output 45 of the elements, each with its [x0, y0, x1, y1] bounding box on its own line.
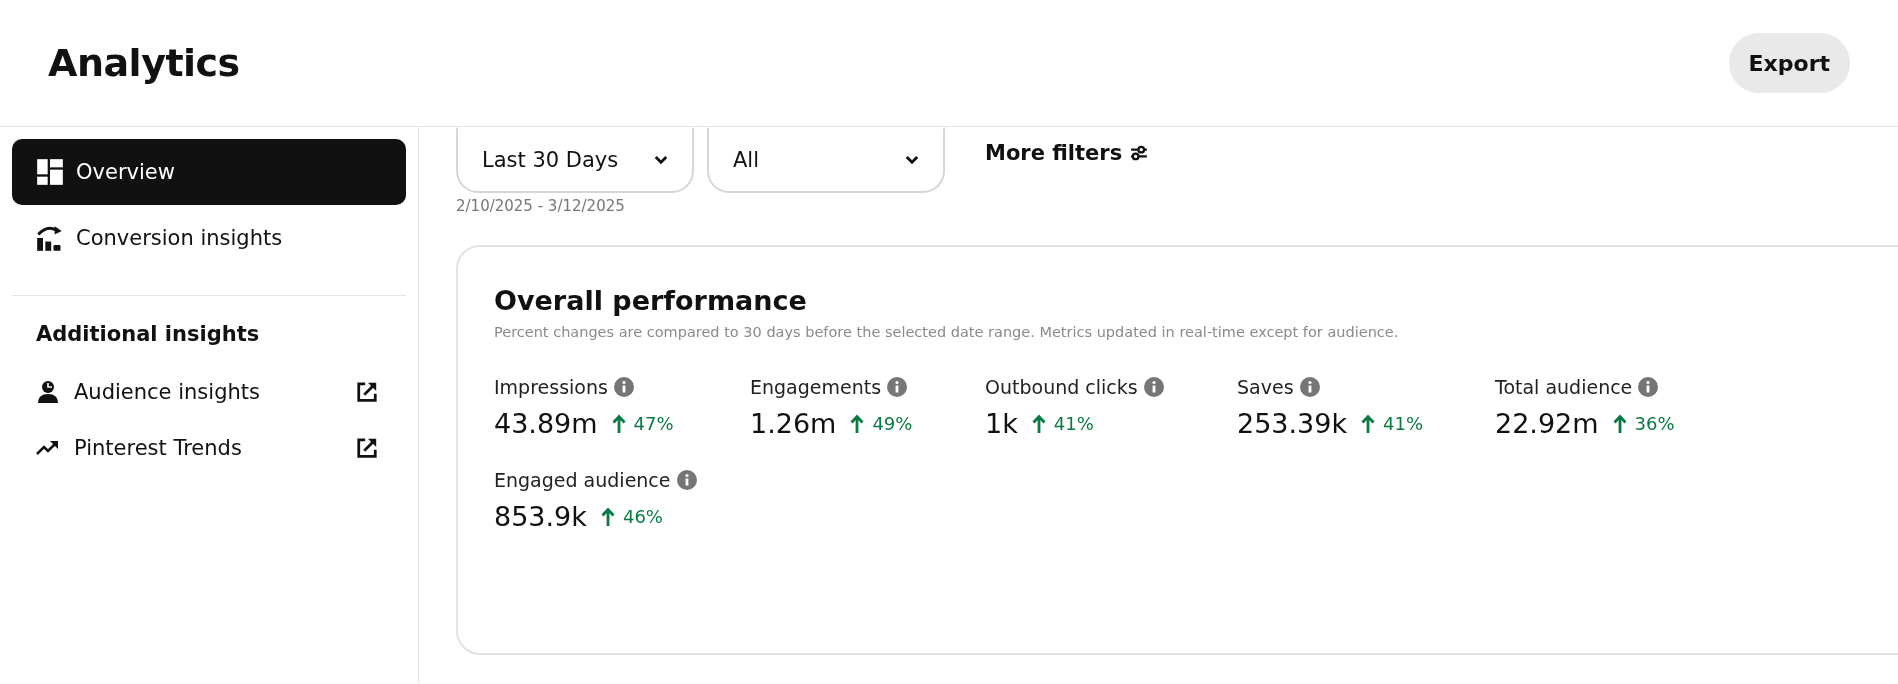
info-icon[interactable]	[613, 377, 634, 397]
sidebar-item[interactable]: Overview	[12, 139, 406, 205]
info-icon[interactable]	[1299, 377, 1320, 397]
card-subtitle: Percent changes are compared to 30 days before the selected date range. Metrics updated in real-time except for audience.	[494, 324, 1400, 340]
chevron-down-icon	[905, 155, 919, 165]
metric-change: 41%	[1053, 413, 1094, 434]
metric-change: 41%	[1383, 413, 1424, 434]
metric-value: 22.92m	[1495, 408, 1599, 439]
sliders-icon	[1130, 145, 1149, 161]
more-filters-button[interactable]: More filters	[985, 141, 1149, 165]
person-icon	[36, 380, 60, 404]
card-title: Overall performance	[494, 285, 808, 316]
metric-label: Outbound clicks	[985, 376, 1138, 398]
info-icon[interactable]	[676, 470, 697, 490]
external-link-icon[interactable]	[356, 381, 378, 403]
chevron-down-icon	[654, 155, 668, 165]
metric-change: 36%	[1634, 413, 1675, 434]
section-heading: Additional insights	[35, 322, 261, 346]
metric-value: 43.89m	[494, 408, 598, 439]
dropdown[interactable]: Last 30 Days	[456, 127, 694, 193]
metric-value: 1.26m	[750, 408, 837, 439]
metric-label: Engagements	[750, 376, 882, 398]
sidebar-link[interactable]: Pinterest Trends	[74, 436, 356, 460]
info-icon[interactable]	[1143, 377, 1164, 397]
metric-value: 853.9k	[494, 501, 587, 532]
sidebar-link[interactable]: Audience insights	[74, 380, 356, 404]
grid-icon	[36, 158, 64, 186]
metric-change: 47%	[633, 413, 674, 434]
page-title: Analytics	[48, 41, 240, 85]
date-range: 2/10/2025 - 3/12/2025	[456, 197, 626, 215]
sidebar-item[interactable]: Conversion insights	[12, 205, 406, 271]
metric-change: 49%	[872, 413, 913, 434]
external-link-icon[interactable]	[356, 437, 378, 459]
dropdown[interactable]: All	[707, 127, 945, 193]
info-icon[interactable]	[887, 377, 908, 397]
info-icon[interactable]	[1638, 377, 1659, 397]
metric-label: Total audience	[1495, 376, 1633, 398]
metric-value: 1k	[985, 408, 1018, 439]
export-button[interactable]: Export	[1728, 33, 1850, 93]
metric-label: Saves	[1237, 376, 1294, 398]
metric-change: 46%	[622, 506, 663, 527]
metric-label: Engaged audience	[494, 469, 671, 491]
metric-label: Impressions	[494, 376, 608, 398]
bar-chart-icon	[36, 224, 64, 252]
metric-value: 253.39k	[1237, 408, 1348, 439]
